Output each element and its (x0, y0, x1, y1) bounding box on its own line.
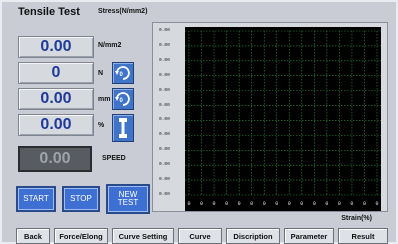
x-tick-label: 0 (200, 201, 203, 207)
curve-button[interactable]: Curve (178, 228, 222, 244)
svg-text:0: 0 (120, 72, 124, 78)
x-tick-label: 0 (225, 201, 228, 207)
strain-axis-label: Strain(%) (341, 215, 372, 222)
y-tick-label: 0.00 (159, 162, 170, 168)
displacement-unit: mm (98, 96, 111, 103)
x-tick-label: 0 (263, 201, 266, 207)
speed-label: SPEED (102, 155, 126, 162)
plot-grid: 0 0 0 0 0 0 0 0 0 0 0 0 0 0 0 0 (185, 30, 381, 207)
curve-setting-button[interactable]: Curve Setting (112, 228, 174, 244)
x-tick-label: 0 (363, 201, 366, 207)
strain-readout: 0.00 (18, 114, 94, 136)
y-tick-label: 0.00 (159, 57, 170, 63)
reset-displacement-icon[interactable]: 0 (112, 88, 134, 110)
specimen-icon[interactable] (112, 114, 134, 142)
stress-unit: N/mm2 (98, 42, 122, 49)
y-tick-label: 0.00 (159, 132, 170, 138)
force-unit: N (98, 70, 104, 77)
back-button[interactable]: Back (16, 228, 50, 244)
y-tick-label: 0.00 (159, 117, 170, 123)
x-tick-label: 0 (238, 201, 241, 207)
y-tick-label: 0.00 (159, 72, 170, 78)
result-button[interactable]: Result (338, 228, 388, 244)
start-button[interactable]: START (16, 186, 56, 212)
x-tick-label: 0 (275, 201, 278, 207)
x-tick-label: 0 (313, 201, 316, 207)
plot-area: 0 0 0 0 0 0 0 0 0 0 0 0 0 0 0 0 (185, 27, 381, 211)
x-tick-label: 0 (288, 201, 291, 207)
y-tick-label: 0.00 (159, 147, 170, 153)
x-tick-label: 0 (350, 201, 353, 207)
parameter-button[interactable]: Parameter (284, 228, 334, 244)
displacement-readout: 0.00 (18, 88, 94, 110)
x-tick-label: 0 (338, 201, 341, 207)
reset-force-icon[interactable]: 0 (112, 62, 134, 84)
discription-button[interactable]: Discription (226, 228, 280, 244)
new-test-button[interactable]: NEW TEST (106, 184, 150, 214)
stress-axis-label: Stress(N/mm2) (98, 8, 148, 15)
force-readout: 0 (18, 62, 94, 84)
x-tick-label: 0 (300, 201, 303, 207)
force-elong-button[interactable]: Force/Elong (54, 228, 108, 244)
stop-button[interactable]: STOP (62, 186, 100, 212)
y-tick-label: 0.00 (159, 192, 170, 197)
y-tick-label: 0.00 (159, 28, 170, 33)
x-tick-label: 0 (213, 201, 216, 207)
x-tick-label: 0 (250, 201, 253, 207)
stress-strain-chart: 0.00 0.00 0.00 0.00 0.00 0.00 0.00 0.00 0.00 0.00… (152, 22, 388, 212)
tensile-test-screen: Tensile Test Stress(N/mm2) 0.00 N/mm2 0 … (0, 0, 398, 244)
x-tick-label: 0 (375, 201, 378, 207)
y-tick-label: 0.00 (159, 102, 170, 108)
x-tick-label: 0 (187, 201, 190, 207)
y-tick-label: 0.00 (159, 42, 170, 48)
page-title: Tensile Test (18, 6, 80, 18)
x-tick-label: 0 (325, 201, 328, 207)
speed-readout: 0.00 (18, 146, 92, 172)
y-tick-label: 0.00 (159, 177, 170, 183)
strain-unit: % (98, 122, 105, 129)
y-tick-label: 0.00 (159, 87, 170, 93)
stress-readout: 0.00 (18, 36, 94, 58)
svg-text:0: 0 (120, 98, 124, 104)
